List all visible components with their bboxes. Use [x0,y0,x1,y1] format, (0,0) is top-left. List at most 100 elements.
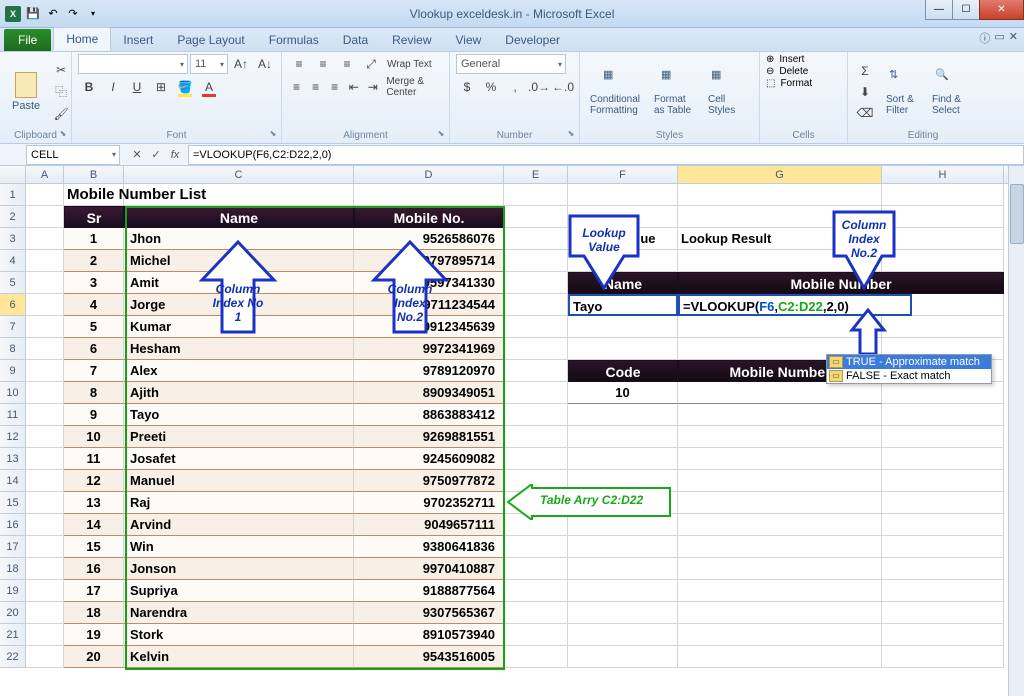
cell[interactable]: 9797895714 [354,250,504,272]
format-cell-icon[interactable]: ⬚ [766,78,775,89]
ribbon-minimize-icon[interactable]: ⓘ [979,30,990,46]
cell[interactable] [882,404,1004,426]
cell[interactable] [678,602,882,624]
ribbon-close-icon[interactable]: ✕ [1009,30,1018,46]
cell[interactable]: 8863883412 [354,404,504,426]
cell[interactable]: Stork [124,624,354,646]
row-header[interactable]: 11 [0,404,26,426]
align-bottom-icon[interactable]: ≡ [336,54,358,74]
row-header[interactable]: 4 [0,250,26,272]
cell[interactable]: 9702352711 [354,492,504,514]
row-header[interactable]: 13 [0,448,26,470]
tab-developer[interactable]: Developer [493,29,572,51]
qat-dropdown-icon[interactable]: ▾ [84,5,102,23]
cell[interactable]: 9 [64,404,124,426]
font-size-combo[interactable]: 11 [190,54,228,74]
tab-review[interactable]: Review [380,29,443,51]
cell[interactable] [568,514,678,536]
undo-icon[interactable]: ↶ [44,5,62,23]
cell[interactable] [568,338,678,360]
cell[interactable]: Jhon [124,228,354,250]
row-header[interactable]: 9 [0,360,26,382]
cell[interactable] [568,206,678,228]
row-header[interactable]: 17 [0,536,26,558]
merge-center-button[interactable]: Merge & Center [383,77,444,97]
cell[interactable] [26,492,64,514]
cell[interactable]: Win [124,536,354,558]
cell[interactable]: 9269881551 [354,426,504,448]
select-all-corner[interactable] [0,166,26,183]
save-icon[interactable]: 💾 [24,5,42,23]
cell[interactable]: 9912345639 [354,316,504,338]
cell[interactable]: 11 [64,448,124,470]
cell[interactable] [678,250,882,272]
cell[interactable]: Supriya [124,580,354,602]
row-header[interactable]: 18 [0,558,26,580]
cut-icon[interactable]: ✂ [50,60,72,80]
fill-icon[interactable]: ⬇ [854,82,876,102]
decrease-font-icon[interactable]: A↓ [254,54,276,74]
cell[interactable] [678,448,882,470]
cell[interactable] [678,316,882,338]
insert-cell-icon[interactable]: ⊕ [766,54,774,65]
cell[interactable]: 8 [64,382,124,404]
cell[interactable] [504,382,568,404]
cell[interactable] [882,470,1004,492]
cell[interactable]: Michel [124,250,354,272]
underline-button[interactable]: U [126,77,148,97]
cell[interactable] [882,624,1004,646]
cell[interactable] [568,492,678,514]
bold-button[interactable]: B [78,77,100,97]
cell[interactable] [504,580,568,602]
cancel-formula-icon[interactable]: ✕ [128,146,146,164]
row-header[interactable]: 10 [0,382,26,404]
cell[interactable]: 12 [64,470,124,492]
border-icon[interactable]: ⊞ [150,77,172,97]
cell[interactable] [504,272,568,294]
cell[interactable] [26,536,64,558]
cell[interactable] [568,316,678,338]
cell[interactable] [504,228,568,250]
formula-tooltip[interactable]: ▭TRUE - Approximate match ▭FALSE - Exact… [826,354,992,384]
cell[interactable]: 10 [64,426,124,448]
cell[interactable]: 9970410887 [354,558,504,580]
tab-home[interactable]: Home [53,27,111,51]
fx-icon[interactable]: fx [166,146,184,164]
col-header-c[interactable]: C [124,166,354,183]
col-header-h[interactable]: H [882,166,1004,183]
cell[interactable] [504,558,568,580]
cell[interactable] [678,382,882,404]
cell[interactable] [568,448,678,470]
paste-button[interactable]: Paste [6,68,46,116]
cell[interactable] [568,426,678,448]
row-header[interactable]: 16 [0,514,26,536]
cell[interactable] [568,602,678,624]
cell[interactable]: Lookup Result [678,228,882,250]
cell[interactable]: Jorge [124,294,354,316]
cell[interactable]: 9543516005 [354,646,504,668]
orientation-icon[interactable]: ⤢ [360,54,382,74]
number-launcher-icon[interactable]: ⬊ [565,129,577,141]
cell[interactable] [504,536,568,558]
cell[interactable] [26,426,64,448]
cell[interactable] [26,228,64,250]
cell[interactable]: 14 [64,514,124,536]
cell[interactable]: Manuel [124,470,354,492]
cell[interactable] [26,448,64,470]
col-header-e[interactable]: E [504,166,568,183]
format-painter-icon[interactable]: 🖌 [50,104,72,124]
cell[interactable]: 18 [64,602,124,624]
col-header-a[interactable]: A [26,166,64,183]
minimize-button[interactable]: — [925,0,953,20]
row-header[interactable]: 3 [0,228,26,250]
scroll-thumb[interactable] [1010,184,1024,244]
cell[interactable] [26,206,64,228]
cell[interactable] [26,338,64,360]
cell[interactable]: 3 [64,272,124,294]
cell[interactable] [354,184,504,206]
cell[interactable] [882,580,1004,602]
cell[interactable] [26,316,64,338]
align-right-icon[interactable]: ≡ [326,77,343,97]
cell[interactable] [882,646,1004,668]
align-left-icon[interactable]: ≡ [288,77,305,97]
